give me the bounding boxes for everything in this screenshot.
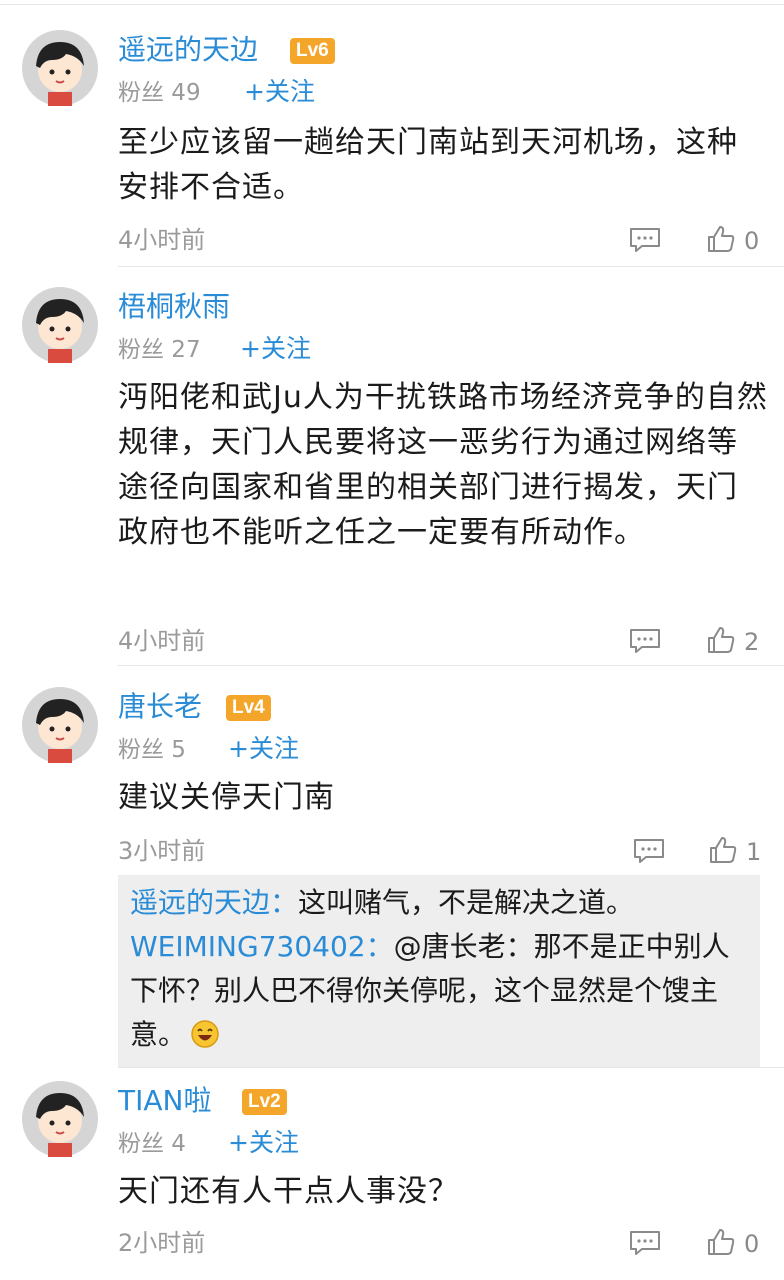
reply-text: 这叫赌气，不是解决之道。 — [298, 886, 635, 919]
avatar[interactable] — [22, 287, 98, 363]
avatar[interactable] — [22, 30, 98, 106]
like-count: 0 — [744, 227, 760, 255]
comment-bubble-icon[interactable] — [628, 627, 662, 655]
follow-button[interactable]: +关注 — [244, 76, 315, 108]
like-count: 2 — [744, 628, 760, 656]
divider — [118, 665, 784, 666]
timestamp: 3小时前 — [118, 837, 206, 865]
reply-item[interactable]: 遥远的天边：这叫赌气，不是解决之道。 — [130, 881, 748, 925]
thumbs-up-icon[interactable] — [708, 835, 738, 865]
thumbs-up-icon[interactable] — [706, 224, 736, 254]
divider — [118, 266, 784, 267]
username[interactable]: 梧桐秋雨 — [118, 289, 230, 325]
comment-text: 建议关停天门南 — [118, 780, 335, 815]
comment-bubble-icon[interactable] — [628, 226, 662, 254]
avatar[interactable] — [22, 1081, 98, 1157]
reply-author[interactable]: 遥远的天边： — [130, 886, 298, 919]
level-badge: Lv2 — [242, 1089, 287, 1115]
top-divider — [0, 4, 784, 5]
comment-text: 天门还有人干点人事没？ — [118, 1174, 459, 1209]
fans-count: 粉丝 49 — [118, 80, 201, 106]
comment-bubble-icon[interactable] — [632, 837, 666, 865]
divider — [118, 1067, 784, 1068]
timestamp: 4小时前 — [118, 226, 206, 254]
comment-text: 沔阳佬和武Ju人为干扰铁路市场经济竞争的自然规律，天门人民要将这一恶劣行为通过网… — [118, 380, 768, 550]
fans-count: 粉丝 5 — [118, 737, 186, 763]
username[interactable]: TIAN啦 — [118, 1083, 211, 1119]
laughing-emoji-icon — [190, 1018, 220, 1048]
level-badge: Lv4 — [226, 695, 271, 721]
fans-count: 粉丝 4 — [118, 1131, 186, 1157]
avatar[interactable] — [22, 687, 98, 763]
follow-button[interactable]: +关注 — [228, 1127, 299, 1159]
username[interactable]: 唐长老 — [118, 689, 202, 725]
reply-author[interactable]: WEIMING730402： — [130, 930, 394, 963]
comment-bubble-icon[interactable] — [628, 1229, 662, 1257]
fans-count: 粉丝 27 — [118, 337, 201, 363]
level-badge: Lv6 — [290, 38, 335, 64]
username[interactable]: 遥远的天边 — [118, 32, 258, 68]
reply-item[interactable]: WEIMING730402：@唐长老：那不是正中别人下怀？别人巴不得你关停呢，这… — [130, 925, 748, 1057]
like-count: 1 — [746, 838, 762, 866]
thumbs-up-icon[interactable] — [706, 625, 736, 655]
follow-button[interactable]: +关注 — [228, 733, 299, 765]
like-count: 0 — [744, 1230, 760, 1258]
timestamp: 4小时前 — [118, 627, 206, 655]
timestamp: 2小时前 — [118, 1229, 206, 1257]
follow-button[interactable]: +关注 — [240, 333, 311, 365]
thumbs-up-icon[interactable] — [706, 1227, 736, 1257]
reply-box: 遥远的天边：这叫赌气，不是解决之道。 WEIMING730402：@唐长老：那不… — [118, 875, 760, 1067]
comment-text: 至少应该留一趟给天门南站到天河机场，这种安排不合适。 — [118, 125, 738, 205]
